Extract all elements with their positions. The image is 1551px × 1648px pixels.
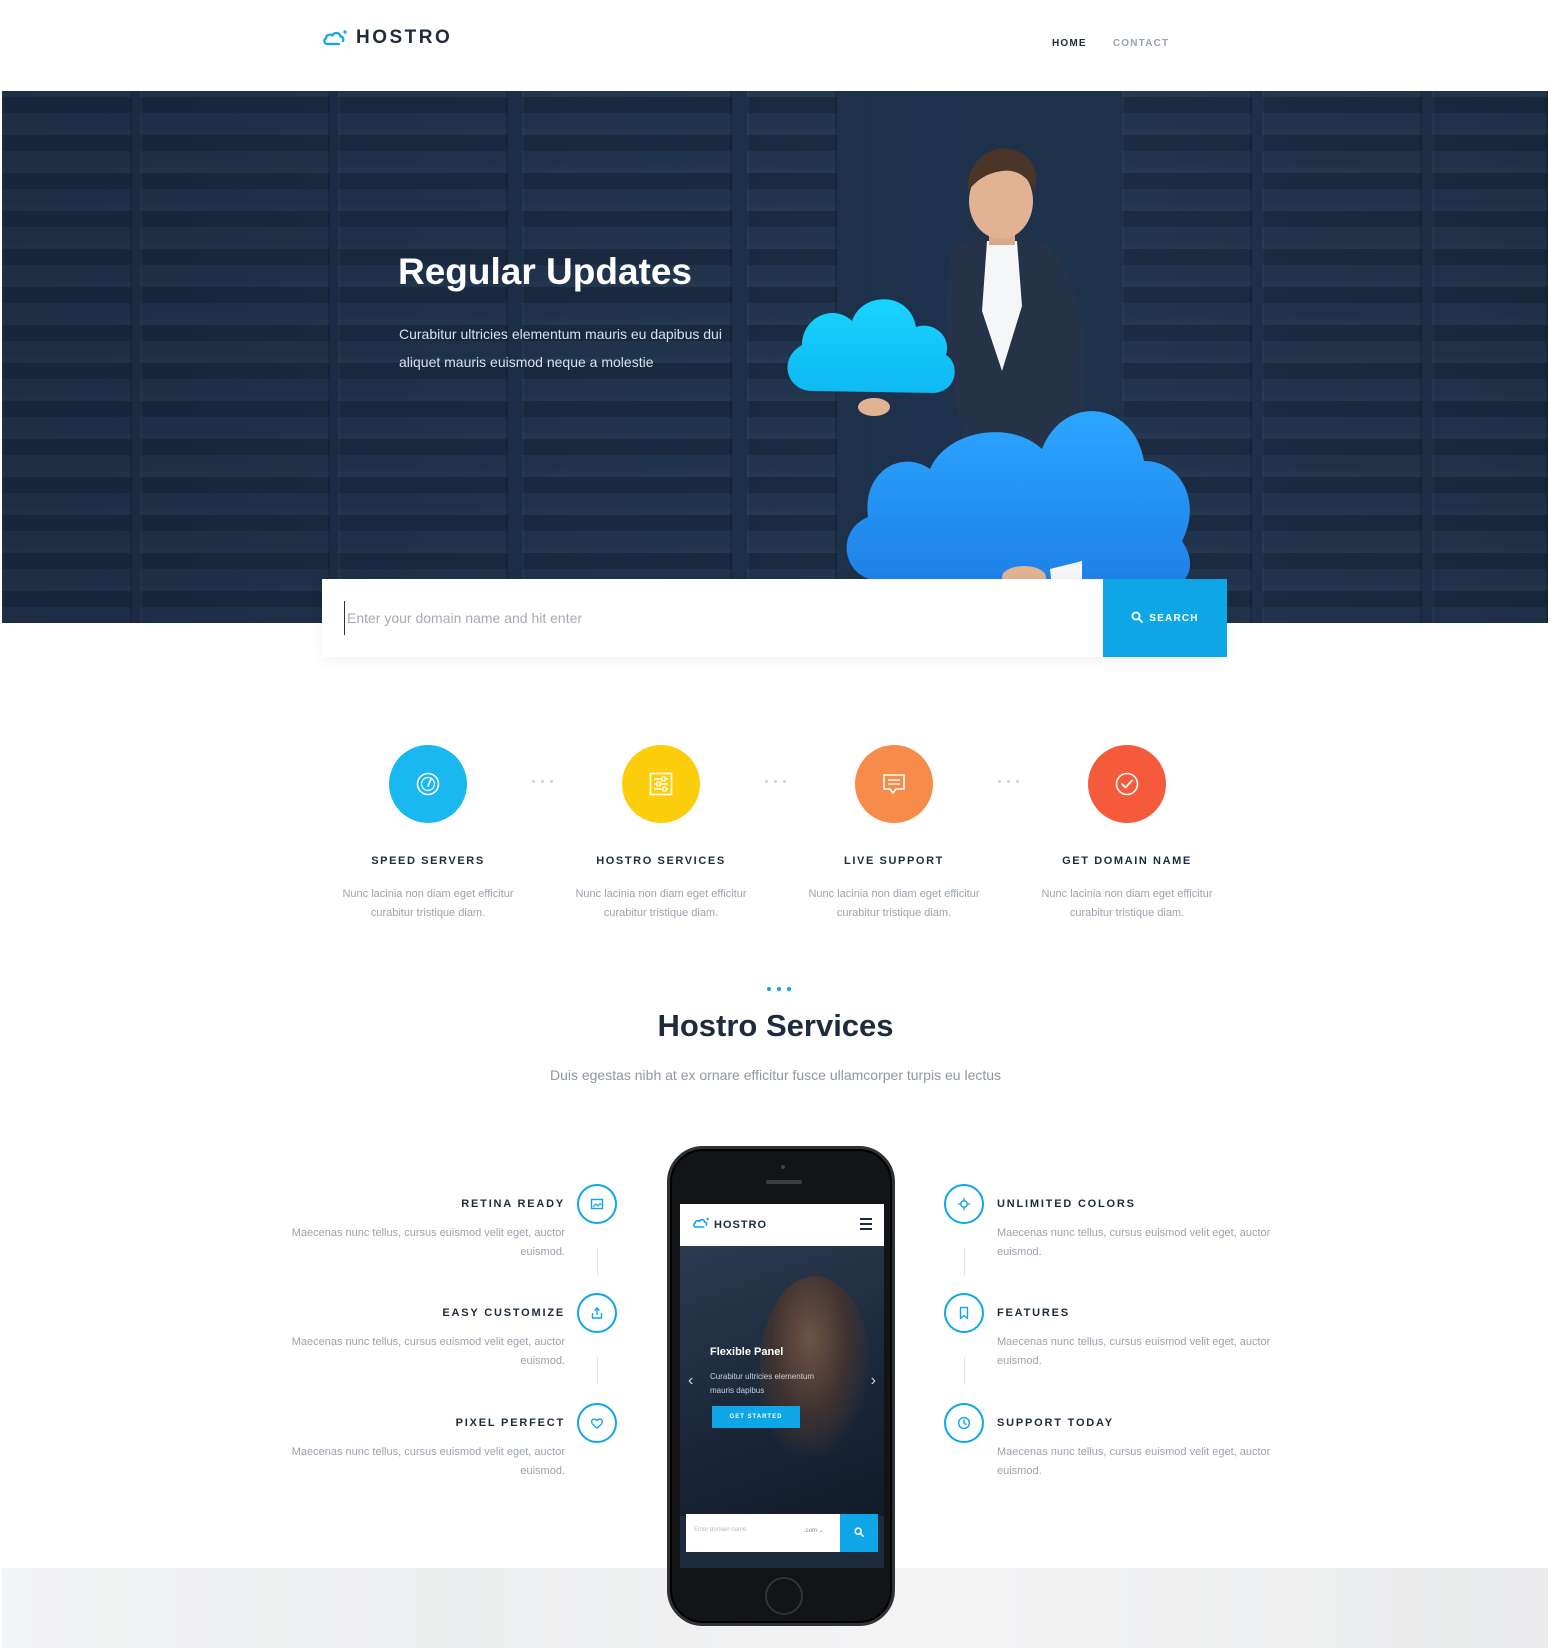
man-with-clouds-image xyxy=(782,131,1202,623)
phone-camera xyxy=(781,1165,785,1169)
phone-slide-title: Flexible Panel xyxy=(710,1346,784,1358)
clock-icon xyxy=(944,1403,984,1443)
feature-hostro-services: HOSTRO SERVICES Nunc lacinia non diam eg… xyxy=(566,745,756,923)
chevron-right-icon[interactable]: › xyxy=(871,1372,876,1390)
phone-domain-search: Enter domain name .com ⌄ xyxy=(686,1514,878,1552)
service-item-support-today: SUPPORT TODAY Maecenas nunc tellus, curs… xyxy=(997,1417,1287,1481)
bookmark-icon xyxy=(944,1293,984,1333)
separator-dots xyxy=(532,780,553,783)
section-dots xyxy=(767,987,791,991)
feature-desc: Nunc lacinia non diam eget efficitur cur… xyxy=(808,888,980,919)
crosshair-icon xyxy=(944,1184,984,1224)
tld-select[interactable]: .com ⌄ xyxy=(804,1527,824,1534)
service-desc: Maecenas nunc tellus, cursus euismod vel… xyxy=(291,1227,565,1258)
feature-title: LIVE SUPPORT xyxy=(844,855,944,867)
feature-speed-servers: SPEED SERVERS Nunc lacinia non diam eget… xyxy=(333,745,523,923)
speedometer-icon xyxy=(389,745,467,823)
services-title: Hostro Services xyxy=(657,1008,894,1043)
domain-search-input[interactable] xyxy=(344,601,1084,635)
chat-icon xyxy=(855,745,933,823)
service-title: SUPPORT TODAY xyxy=(997,1417,1114,1429)
services-subtitle: Duis egestas nibh at ex ornare efficitur… xyxy=(549,1067,1002,1083)
phone-search-button[interactable] xyxy=(840,1514,878,1552)
image-icon xyxy=(577,1184,617,1224)
phone-home-button xyxy=(765,1577,803,1615)
connector-line xyxy=(964,1357,965,1385)
service-desc: Maecenas nunc tellus, cursus euismod vel… xyxy=(997,1227,1271,1258)
service-item-retina-ready: RETINA READY Maecenas nunc tellus, cursu… xyxy=(275,1198,565,1262)
phone-search-input[interactable]: Enter domain name xyxy=(694,1527,746,1533)
service-title: RETINA READY xyxy=(461,1198,565,1210)
hero-text: Curabitur ultricies elementum mauris eu … xyxy=(399,326,722,370)
feature-desc: Nunc lacinia non diam eget efficitur cur… xyxy=(1041,888,1213,919)
logo[interactable]: HOSTRO xyxy=(322,27,452,49)
main-nav: HOME CONTACT xyxy=(1052,38,1169,49)
feature-desc: Nunc lacinia non diam eget efficitur cur… xyxy=(342,888,514,919)
nav-contact[interactable]: CONTACT xyxy=(1113,38,1170,49)
service-title: PIXEL PERFECT xyxy=(455,1417,565,1429)
service-item-pixel-perfect: PIXEL PERFECT Maecenas nunc tellus, curs… xyxy=(275,1417,565,1481)
search-button-label: SEARCH xyxy=(1149,612,1199,624)
service-desc: Maecenas nunc tellus, cursus euismod vel… xyxy=(291,1446,565,1477)
feature-get-domain-name: GET DOMAIN NAME Nunc lacinia non diam eg… xyxy=(1032,745,1222,923)
hamburger-menu-icon[interactable] xyxy=(860,1218,872,1233)
service-title: UNLIMITED COLORS xyxy=(997,1198,1136,1210)
phone-mockup: ‹ › Flexible Panel Curabitur ultricies e… xyxy=(667,1146,895,1626)
phone-slide-text: Curabitur ultricies elementum mauris dap… xyxy=(710,1372,815,1395)
site-header: HOSTRO HOME CONTACT xyxy=(0,0,1551,91)
domain-search-bar: SEARCH xyxy=(322,579,1227,657)
separator-dots xyxy=(998,780,1019,783)
service-item-easy-customize: EASY CUSTOMIZE Maecenas nunc tellus, cur… xyxy=(275,1307,565,1371)
nav-home[interactable]: HOME xyxy=(1052,38,1087,49)
hero-banner: Regular Updates Curabitur ultricies elem… xyxy=(2,91,1548,623)
search-icon xyxy=(854,1524,864,1542)
phone-header: HOSTRO xyxy=(680,1204,884,1246)
service-title: EASY CUSTOMIZE xyxy=(442,1307,565,1319)
search-icon xyxy=(1131,611,1144,626)
heart-icon xyxy=(577,1403,617,1443)
phone-hero-slide: ‹ › Flexible Panel Curabitur ultricies e… xyxy=(680,1246,884,1516)
check-circle-icon xyxy=(1088,745,1166,823)
logo-text: HOSTRO xyxy=(356,27,453,48)
connector-line xyxy=(964,1248,965,1276)
service-item-features: FEATURES Maecenas nunc tellus, cursus eu… xyxy=(997,1307,1287,1371)
phone-screen: ‹ › Flexible Panel Curabitur ultricies e… xyxy=(680,1204,884,1568)
connector-line xyxy=(597,1248,598,1276)
service-desc: Maecenas nunc tellus, cursus euismod vel… xyxy=(997,1336,1271,1367)
sliders-icon xyxy=(622,745,700,823)
service-item-unlimited-colors: UNLIMITED COLORS Maecenas nunc tellus, c… xyxy=(997,1198,1287,1262)
chevron-left-icon[interactable]: ‹ xyxy=(688,1372,693,1390)
feature-desc: Nunc lacinia non diam eget efficitur cur… xyxy=(575,888,747,919)
separator-dots xyxy=(765,780,786,783)
feature-title: HOSTRO SERVICES xyxy=(596,855,726,867)
hero-overlay xyxy=(2,91,1548,623)
connector-line xyxy=(597,1357,598,1385)
feature-title: SPEED SERVERS xyxy=(371,855,485,867)
cloud-logo-icon xyxy=(322,29,348,47)
phone-logo-text: HOSTRO xyxy=(714,1219,768,1231)
get-started-button[interactable]: GET STARTED xyxy=(712,1406,800,1428)
hero-title: Regular Updates xyxy=(398,251,693,292)
service-desc: Maecenas nunc tellus, cursus euismod vel… xyxy=(291,1336,565,1367)
service-desc: Maecenas nunc tellus, cursus euismod vel… xyxy=(997,1446,1271,1477)
phone-speaker xyxy=(766,1180,802,1184)
search-button[interactable]: SEARCH xyxy=(1103,579,1227,657)
feature-live-support: LIVE SUPPORT Nunc lacinia non diam eget … xyxy=(799,745,989,923)
service-title: FEATURES xyxy=(997,1307,1070,1319)
phone-hero-photo xyxy=(760,1276,870,1456)
feature-title: GET DOMAIN NAME xyxy=(1062,855,1192,867)
share-icon xyxy=(577,1293,617,1333)
cloud-logo-icon xyxy=(692,1216,710,1234)
